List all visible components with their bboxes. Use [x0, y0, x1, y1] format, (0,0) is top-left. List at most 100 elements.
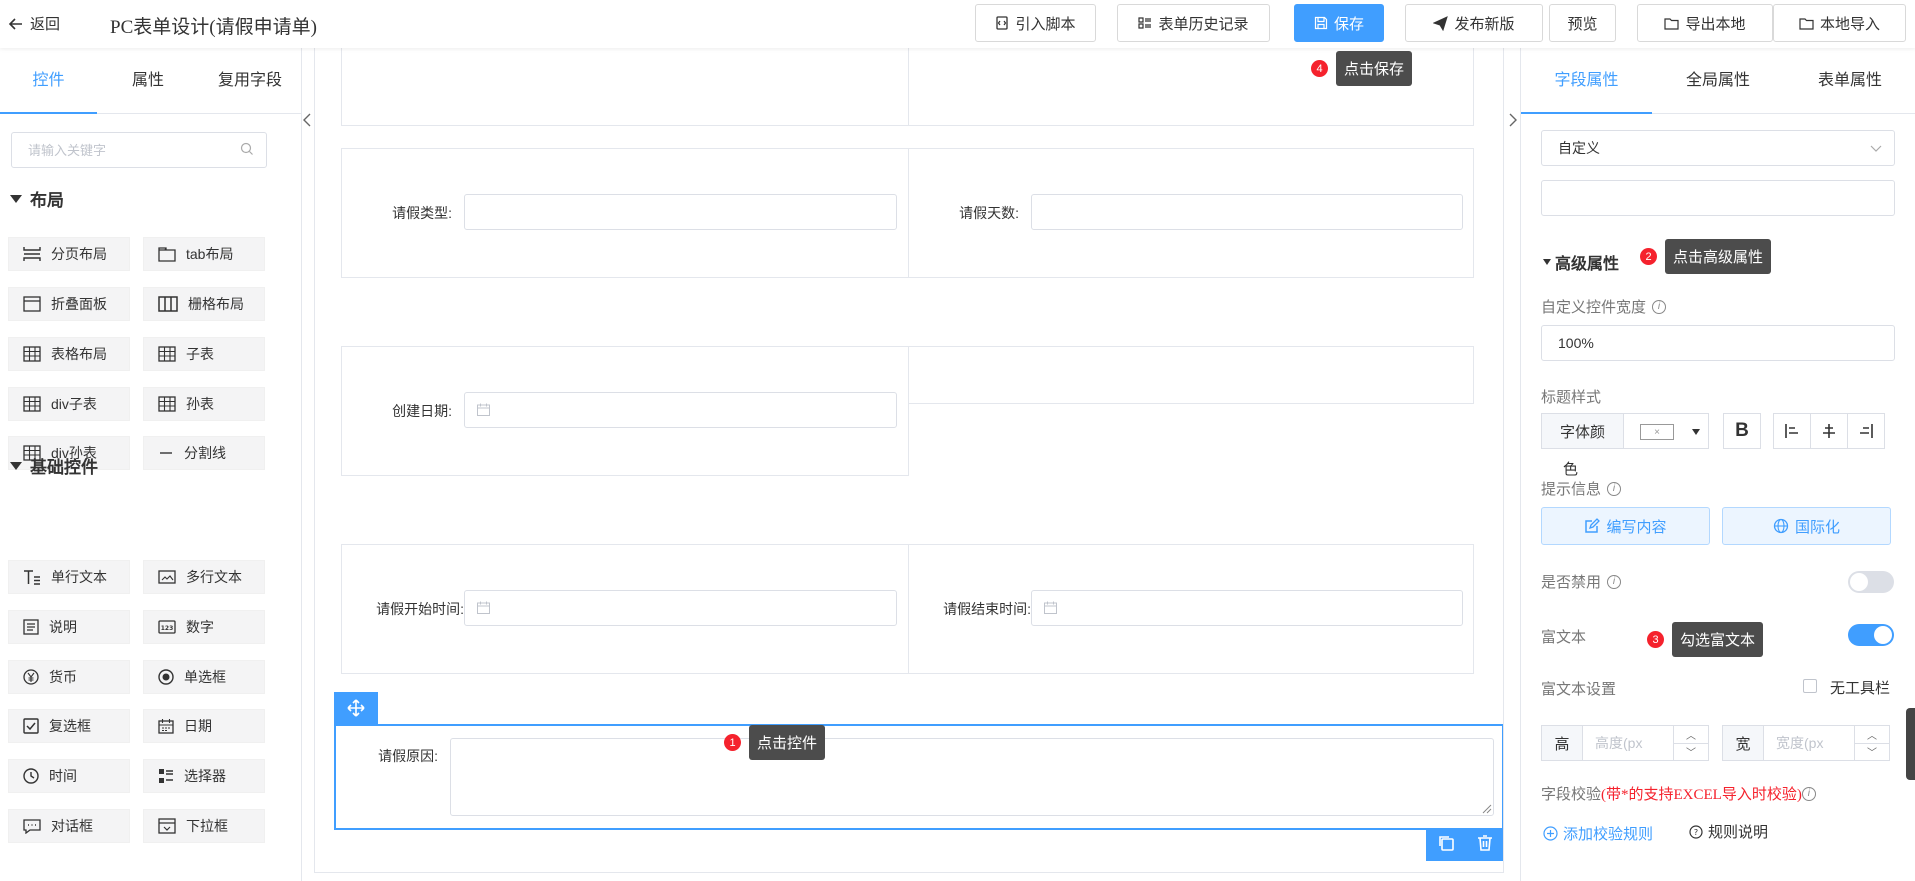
- grid-cell[interactable]: 请假天数:: [908, 148, 1474, 278]
- leave-days-input[interactable]: [1031, 194, 1463, 230]
- grid-cell[interactable]: 请假类型:: [341, 148, 909, 278]
- align-left-button[interactable]: [1773, 413, 1811, 449]
- control-number[interactable]: 123 数字: [143, 610, 265, 644]
- color-swatch[interactable]: ×: [1624, 414, 1708, 448]
- align-right-button[interactable]: [1847, 413, 1885, 449]
- toggle-knob: [1850, 573, 1868, 591]
- chevron-right-icon: [1509, 113, 1517, 127]
- save-button[interactable]: 保存: [1294, 4, 1384, 42]
- info-icon[interactable]: i: [1652, 299, 1667, 314]
- custom-width-input[interactable]: 100%: [1541, 325, 1895, 361]
- control-dropdown[interactable]: 下拉框: [143, 809, 265, 843]
- control-dialog[interactable]: 对话框: [8, 809, 130, 843]
- tab-field-properties[interactable]: 字段属性: [1521, 48, 1652, 114]
- control-date[interactable]: 日期: [143, 709, 265, 743]
- control-time[interactable]: 时间: [8, 759, 130, 793]
- grid-cell[interactable]: 创建日期:: [341, 346, 909, 476]
- advanced-props-toggle[interactable]: 高级属性: [1543, 250, 1619, 274]
- bold-button[interactable]: B: [1723, 413, 1761, 449]
- grid-cell[interactable]: 请假开始时间:: [341, 544, 909, 674]
- grid-cell[interactable]: 请假结束时间:: [908, 544, 1474, 674]
- create-date-picker[interactable]: [464, 392, 897, 428]
- control-selector[interactable]: 选择器: [143, 759, 265, 793]
- align-center-button[interactable]: [1810, 413, 1848, 449]
- control-radio[interactable]: 单选框: [143, 660, 265, 694]
- publish-button[interactable]: 发布新版: [1405, 4, 1543, 42]
- tab-controls[interactable]: 控件: [0, 48, 97, 114]
- control-grid-layout[interactable]: 栅格布局: [143, 287, 265, 321]
- custom-type-select[interactable]: 自定义: [1541, 130, 1895, 166]
- width-stepper[interactable]: ︿ ﹀: [1854, 725, 1890, 761]
- collapse-right-button[interactable]: [1506, 100, 1520, 140]
- end-time-picker[interactable]: [1031, 590, 1463, 626]
- title-style-label: 标题样式: [1541, 389, 1602, 406]
- control-single-text[interactable]: 单行文本: [8, 560, 130, 594]
- tab-global-properties[interactable]: 全局属性: [1652, 48, 1784, 114]
- chevron-down-icon[interactable]: ﹀: [1674, 742, 1708, 761]
- section-layout[interactable]: 布局: [10, 186, 64, 211]
- i18n-button[interactable]: 国际化: [1722, 507, 1891, 545]
- richtext-height-input[interactable]: 高度(px: [1582, 725, 1674, 761]
- caret-down-icon: [10, 461, 22, 470]
- control-grandchild-table[interactable]: 孙表: [143, 387, 265, 421]
- grid-cell[interactable]: [908, 346, 1474, 404]
- chevron-up-icon[interactable]: ︿: [1674, 726, 1708, 743]
- leave-type-input[interactable]: [464, 194, 897, 230]
- control-page-layout[interactable]: 分页布局: [8, 237, 130, 271]
- disabled-toggle[interactable]: [1848, 571, 1894, 593]
- control-collapse-panel[interactable]: 折叠面板: [8, 287, 130, 321]
- control-subtable[interactable]: 子表: [143, 337, 265, 371]
- richtext-toggle[interactable]: [1848, 624, 1894, 646]
- control-divider[interactable]: 分割线: [143, 436, 265, 470]
- info-icon[interactable]: i: [1607, 481, 1622, 496]
- drag-handle[interactable]: [334, 692, 378, 724]
- grid-cell[interactable]: [341, 48, 909, 126]
- info-icon[interactable]: i: [1607, 574, 1622, 589]
- page-layout-icon: [23, 247, 41, 261]
- chat-icon: [23, 819, 41, 834]
- floating-side-widget[interactable]: [1906, 708, 1915, 780]
- rule-help-link[interactable]: ? 规则说明: [1689, 821, 1768, 842]
- info-icon[interactable]: i: [1801, 786, 1816, 801]
- delete-icon[interactable]: [1476, 834, 1494, 856]
- left-tabs: 控件 属性 复用字段: [0, 48, 301, 114]
- import-script-button[interactable]: 引入脚本: [975, 4, 1096, 42]
- tab-form-properties[interactable]: 表单属性: [1784, 48, 1915, 114]
- preview-button[interactable]: 预览: [1549, 4, 1616, 42]
- import-local-button[interactable]: 本地导入: [1773, 4, 1906, 42]
- font-color-picker[interactable]: 字体颜 ×: [1541, 413, 1709, 449]
- copy-icon[interactable]: [1437, 834, 1455, 856]
- height-stepper[interactable]: ︿ ﹀: [1673, 725, 1709, 761]
- export-local-button[interactable]: 导出本地: [1637, 4, 1773, 42]
- section-basic-controls[interactable]: 基础控件: [10, 453, 98, 478]
- richtext-width-input[interactable]: 宽度(px: [1763, 725, 1855, 761]
- back-button[interactable]: 返回: [8, 13, 60, 34]
- collapse-left-button[interactable]: [300, 100, 314, 140]
- add-rule-link[interactable]: 添加校验规则: [1543, 823, 1653, 844]
- control-description[interactable]: 说明: [8, 610, 130, 644]
- tab-reuse-fields[interactable]: 复用字段: [199, 48, 301, 114]
- search-input[interactable]: [11, 132, 267, 168]
- tab-properties[interactable]: 属性: [97, 48, 199, 114]
- control-currency[interactable]: 货币: [8, 660, 130, 694]
- edit-content-button[interactable]: 编写内容: [1541, 507, 1710, 545]
- table-icon: [23, 396, 41, 412]
- control-table-layout[interactable]: 表格布局: [8, 337, 130, 371]
- start-time-picker[interactable]: [464, 590, 897, 626]
- custom-value-input[interactable]: [1541, 180, 1895, 216]
- number-icon: 123: [158, 620, 176, 634]
- selector-icon: [159, 769, 173, 783]
- reason-textarea[interactable]: [450, 738, 1494, 816]
- control-multi-text[interactable]: 多行文本: [143, 560, 265, 594]
- control-tab-layout[interactable]: tab布局: [143, 237, 265, 271]
- no-toolbar-label: 无工具栏: [1830, 680, 1891, 697]
- field-label-start-time: 请假开始时间:: [376, 601, 464, 617]
- calendar-icon: [158, 719, 174, 734]
- control-checkbox[interactable]: 复选框: [8, 709, 130, 743]
- chevron-up-icon[interactable]: ︿: [1855, 726, 1889, 743]
- selected-control-reason[interactable]: 请假原因:: [334, 724, 1503, 830]
- no-toolbar-checkbox[interactable]: [1803, 679, 1817, 693]
- form-history-button[interactable]: 表单历史记录: [1117, 4, 1270, 42]
- control-div-subtable[interactable]: div子表: [8, 387, 130, 421]
- chevron-down-icon[interactable]: ﹀: [1855, 742, 1889, 761]
